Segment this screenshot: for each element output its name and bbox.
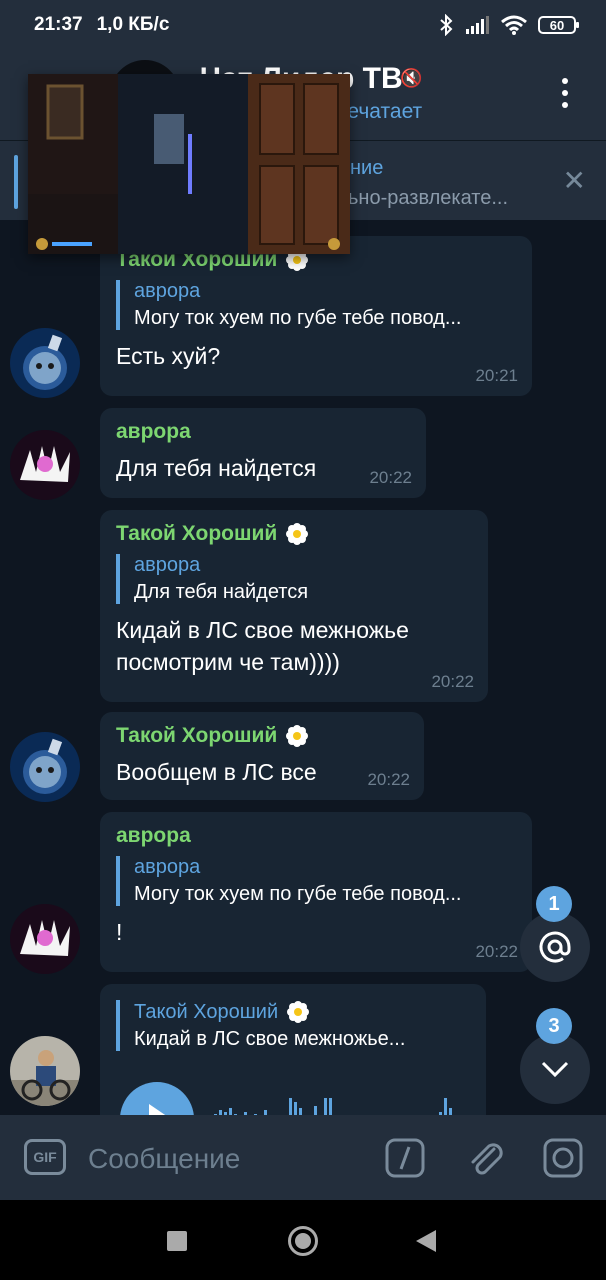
close-icon[interactable]: ✕ — [563, 167, 586, 195]
reply-text: Кидай в ЛС свое межножье... — [134, 1028, 406, 1050]
message-time: 20:22 — [475, 942, 518, 961]
unread-count-badge: 3 — [536, 1008, 572, 1044]
home-button[interactable] — [288, 1226, 318, 1256]
message-bubble[interactable]: аврора Для тебя найдется 20:22 — [100, 408, 426, 498]
message-time: 20:22 — [367, 770, 410, 789]
mentions-button[interactable] — [520, 912, 590, 982]
reply-author: аврора — [134, 554, 201, 576]
wifi-icon — [501, 15, 527, 35]
reply-quote[interactable]: Такой Хороший Кидай в ЛС свое межножье..… — [116, 1000, 470, 1051]
reply-quote[interactable]: аврора Могу ток хуем по губе тебе повод.… — [116, 280, 516, 330]
pinned-title: ние — [350, 157, 384, 179]
camera-icon — [543, 1138, 583, 1178]
sender-name[interactable]: Такой Хороший — [116, 522, 472, 546]
sender-name[interactable]: аврора — [116, 420, 410, 444]
pinned-bar — [14, 155, 18, 209]
flower-emoji-icon — [286, 523, 309, 545]
reply-author: аврора — [134, 856, 201, 878]
flower-emoji-icon — [286, 725, 309, 747]
gif-button[interactable]: GIF — [24, 1139, 66, 1175]
message-text: ! — [116, 919, 123, 945]
reply-author: Такой Хороший — [134, 1000, 470, 1024]
system-nav-bar — [0, 1200, 606, 1280]
message-text: Кидай в ЛС свое межножье посмотрим че та… — [116, 617, 409, 675]
message-list[interactable]: Такой Хороший аврора Могу ток хуем по гу… — [0, 220, 606, 1115]
reply-text: Могу ток хуем по губе тебе повод... — [134, 307, 462, 329]
reply-quote[interactable]: аврора Для тебя найдется — [116, 554, 472, 604]
muted-icon: 🔇 — [400, 68, 423, 88]
battery-level: 60 — [549, 17, 565, 33]
voice-message-bubble[interactable]: Такой Хороший Кидай в ЛС свое межножье..… — [100, 984, 486, 1115]
battery-icon: 60 — [538, 16, 579, 34]
message-text: Есть хуй? — [116, 343, 221, 369]
at-icon — [539, 931, 571, 963]
voice-waveform[interactable] — [214, 1092, 487, 1115]
user-avatar[interactable] — [10, 904, 80, 974]
user-avatar[interactable] — [10, 430, 80, 500]
back-button[interactable] — [416, 1230, 436, 1252]
sender-name[interactable]: аврора — [116, 824, 516, 848]
message-text: Для тебя найдется — [116, 455, 317, 481]
user-avatar[interactable] — [10, 1036, 80, 1106]
status-bar: 21:37 1,0 КБ/с 60 — [0, 0, 606, 50]
flower-emoji-icon — [287, 1001, 310, 1023]
user-avatar[interactable] — [10, 732, 80, 802]
play-button[interactable] — [120, 1082, 194, 1115]
slash-command-icon — [385, 1138, 425, 1178]
message-input-bar: GIF — [0, 1115, 606, 1200]
camera-button[interactable] — [542, 1137, 584, 1179]
message-time: 20:21 — [475, 366, 518, 385]
reply-quote[interactable]: аврора Могу ток хуем по губе тебе повод.… — [116, 856, 516, 906]
paperclip-icon — [471, 1143, 503, 1175]
message-input[interactable] — [88, 1139, 358, 1179]
chevron-down-icon — [541, 1061, 569, 1078]
user-avatar[interactable] — [10, 328, 80, 398]
message-bubble[interactable]: Такой Хороший аврора Для тебя найдется К… — [100, 510, 488, 702]
message-bubble[interactable]: Такой Хороший Вообщем в ЛС все 20:22 — [100, 712, 424, 800]
status-speed: 1,0 КБ/с — [96, 14, 170, 35]
more-menu-icon[interactable] — [550, 78, 580, 118]
video-pip[interactable] — [28, 74, 350, 254]
status-time: 21:37 — [34, 14, 83, 35]
sender-name[interactable]: Такой Хороший — [116, 724, 408, 748]
reply-text: Для тебя найдется — [134, 581, 309, 603]
reply-text: Могу ток хуем по губе тебе повод... — [134, 883, 462, 905]
mentions-count-badge: 1 — [536, 886, 572, 922]
bot-commands-button[interactable] — [384, 1137, 426, 1179]
message-time: 20:22 — [431, 672, 474, 691]
bluetooth-icon — [440, 14, 453, 36]
pinned-text: ьно-развлекате... — [348, 187, 508, 209]
message-bubble[interactable]: аврора аврора Могу ток хуем по губе тебе… — [100, 812, 532, 972]
attach-button[interactable] — [464, 1137, 506, 1179]
scroll-down-button[interactable] — [520, 1034, 590, 1104]
message-time: 20:22 — [369, 468, 412, 487]
message-bubble[interactable]: Такой Хороший аврора Могу ток хуем по гу… — [100, 236, 532, 396]
message-text: Вообщем в ЛС все — [116, 759, 317, 785]
recents-button[interactable] — [167, 1231, 187, 1251]
signal-icon — [466, 16, 489, 34]
reply-author: аврора — [134, 280, 201, 302]
